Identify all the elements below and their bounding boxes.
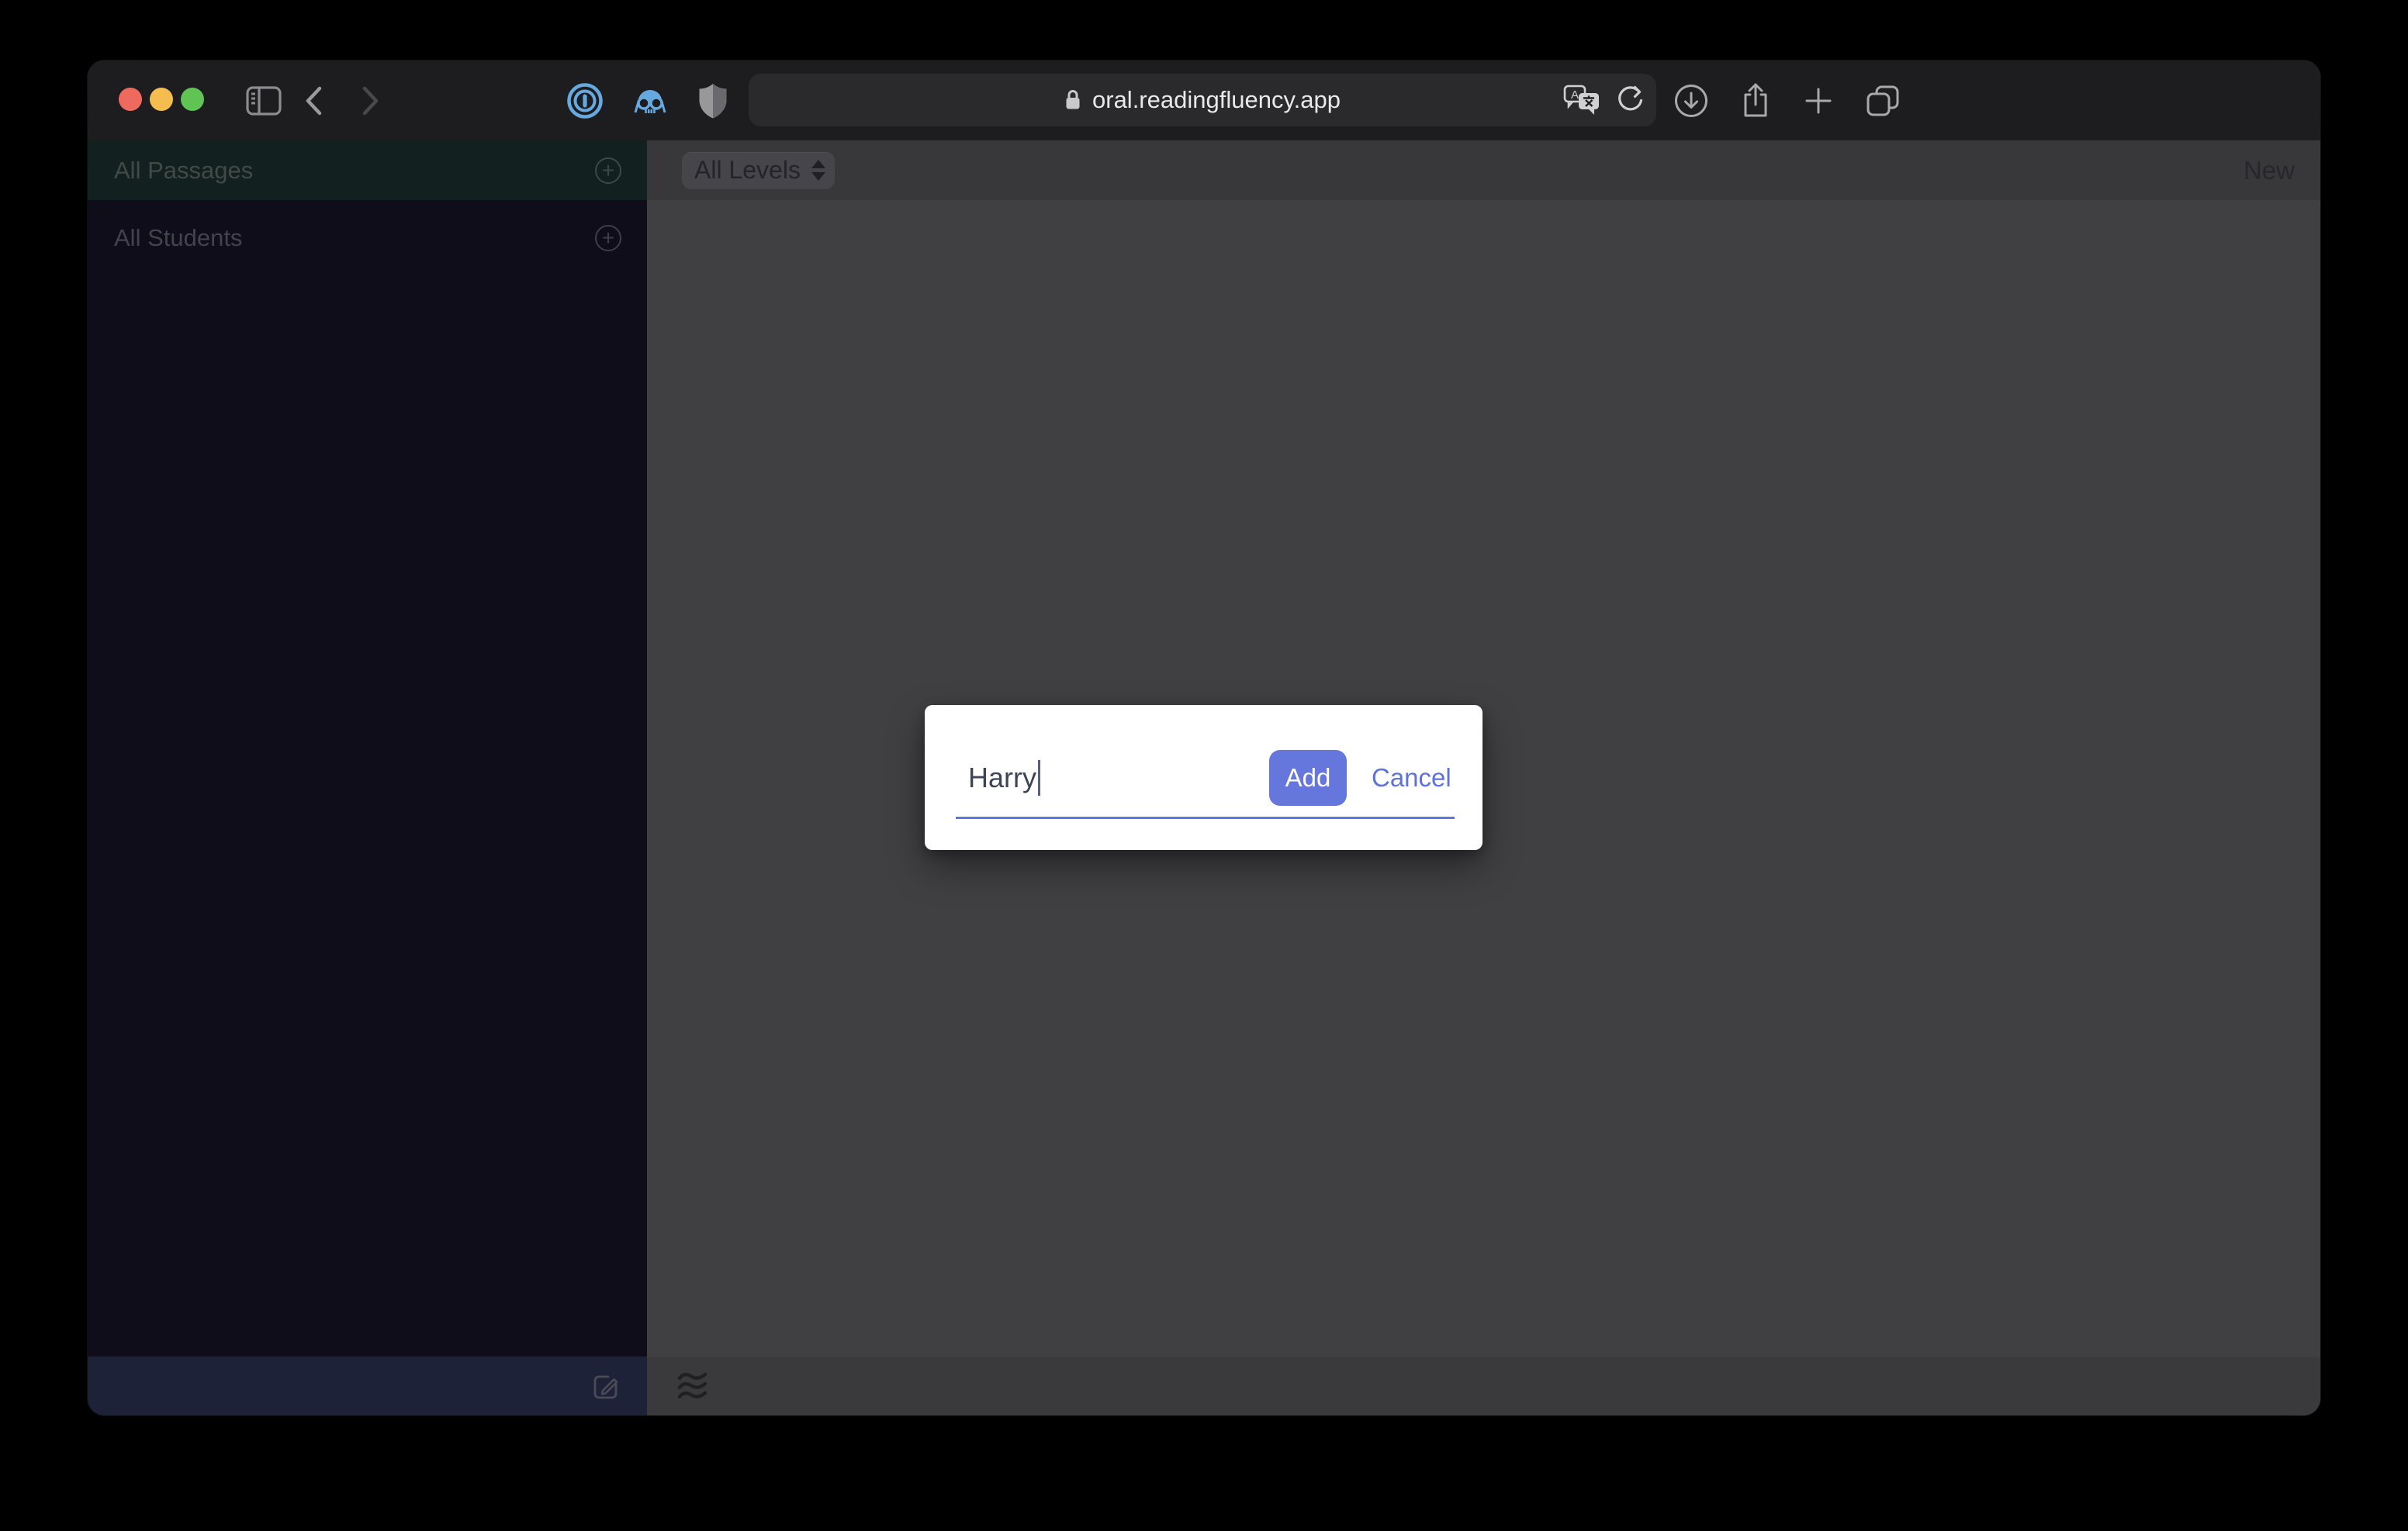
plus-icon	[1804, 86, 1833, 116]
svg-text:A: A	[1571, 88, 1579, 102]
forward-button[interactable]	[347, 60, 393, 140]
sidebar-footer	[88, 1356, 647, 1415]
sidebar: All Passages + All Students +	[88, 140, 647, 1415]
url-text: oral.readingfluency.app	[1092, 86, 1341, 114]
reload-button[interactable]	[1614, 85, 1645, 116]
tab-overview-button[interactable]	[1860, 60, 1906, 140]
new-tab-button[interactable]	[1795, 60, 1842, 140]
stepper-arrows-icon	[811, 160, 825, 181]
back-button[interactable]	[291, 60, 337, 140]
add-button[interactable]: Add	[1269, 750, 1347, 806]
main-header: All Levels New	[647, 140, 2320, 200]
sidebar-toggle-button[interactable]	[237, 60, 291, 140]
level-filter-select[interactable]: All Levels	[682, 152, 835, 189]
translate-icon: A	[1563, 85, 1600, 116]
add-student-button[interactable]: +	[595, 225, 621, 251]
level-filter-value: All Levels	[694, 156, 801, 185]
compose-button[interactable]	[590, 1370, 622, 1402]
bottom-bar	[647, 1357, 2320, 1415]
student-name-input[interactable]: Harry	[968, 759, 1040, 797]
traffic-light-minimize-button[interactable]	[150, 88, 173, 111]
add-passage-button[interactable]: +	[595, 157, 621, 184]
input-underline	[956, 817, 1455, 819]
address-bar[interactable]: oral.readingfluency.app A	[749, 74, 1656, 126]
browser-toolbar: oral.readingfluency.app A	[88, 60, 2320, 140]
waves-icon	[676, 1370, 711, 1404]
shield-icon	[697, 82, 729, 119]
traffic-light-zoom-button[interactable]	[181, 88, 204, 111]
translate-button[interactable]: A	[1563, 85, 1600, 116]
main-area: All Levels New	[647, 140, 2320, 1415]
sidebar-toggle-icon	[246, 86, 282, 116]
lock-icon	[1064, 88, 1081, 112]
sidebar-item-label: All Passages	[114, 157, 253, 185]
sidebar-item-all-passages[interactable]: All Passages +	[88, 140, 647, 200]
add-student-dialog: Harry Add Cancel	[925, 705, 1483, 850]
plus-circle-icon: +	[602, 227, 614, 249]
desktop-background: { "toolbar": { "url": "oral.readingfluen…	[0, 0, 2408, 1531]
waves-button[interactable]	[676, 1370, 711, 1404]
onepassword-icon	[566, 82, 604, 119]
shield-extension-button[interactable]	[690, 60, 736, 140]
reload-icon	[1614, 85, 1645, 116]
compose-icon	[590, 1370, 622, 1402]
traffic-light-close-button[interactable]	[119, 88, 142, 111]
goggles-extension-button[interactable]	[627, 60, 673, 140]
text-caret	[1038, 760, 1040, 796]
back-chevron-icon	[301, 83, 327, 119]
tab-overview-icon	[1865, 85, 1901, 117]
sidebar-item-label: All Students	[114, 224, 242, 252]
downloads-button[interactable]	[1668, 60, 1714, 140]
plus-circle-icon: +	[602, 160, 614, 181]
sidebar-item-all-students[interactable]: All Students +	[88, 200, 647, 275]
goggles-creature-icon	[632, 83, 668, 119]
share-icon	[1739, 81, 1772, 120]
student-name-value: Harry	[968, 762, 1036, 794]
downloads-icon	[1673, 83, 1709, 119]
share-button[interactable]	[1732, 60, 1779, 140]
onepassword-extension-button[interactable]	[562, 60, 608, 140]
cancel-button[interactable]: Cancel	[1372, 750, 1451, 806]
new-button[interactable]: New	[2244, 156, 2295, 185]
forward-chevron-icon	[357, 83, 383, 119]
